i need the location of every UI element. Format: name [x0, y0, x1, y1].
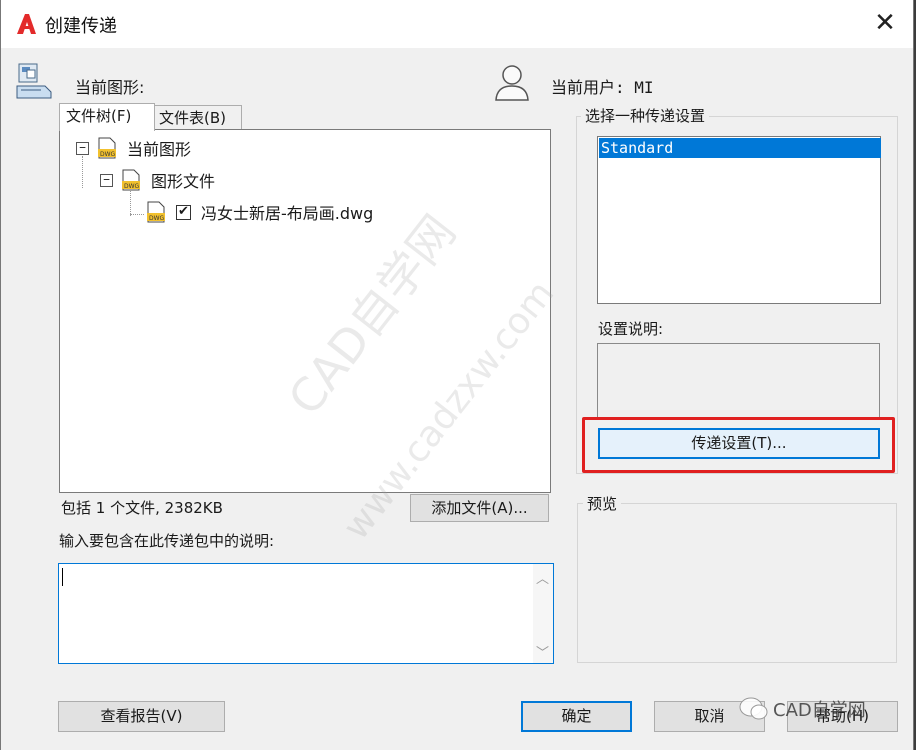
dwg-icon-text: DWG [149, 215, 165, 222]
tree-node-label: 图形文件 [151, 172, 216, 191]
notes-scrollbar[interactable]: ︿ ﹀ [533, 564, 553, 663]
ok-button[interactable]: 确定 [521, 701, 632, 732]
tree-node-label: 冯女士新居-布局画.dwg [201, 204, 374, 223]
title-bar: 创建传递 ✕ [1, 0, 913, 48]
list-item-standard[interactable]: Standard [599, 138, 881, 158]
preview-label: 预览 [583, 493, 622, 514]
create-transmittal-dialog: 创建传递 ✕ 当前图形: 当前用户: MI 文件树(F) 文件表(B) − DW… [0, 0, 914, 750]
notes-textarea[interactable]: ︿ ﹀ [58, 563, 554, 664]
autocad-logo-icon [17, 14, 36, 34]
tree-node-dwg-file[interactable]: DWG ✔ 冯女士新居-布局画.dwg [146, 200, 373, 224]
dwg-file-icon: DWG [121, 169, 141, 191]
dwg-file-icon: DWG [146, 201, 166, 223]
include-file-checkbox[interactable]: ✔ [176, 204, 191, 220]
tab-file-tree[interactable]: 文件树(F) [59, 103, 155, 131]
collapse-toggle[interactable]: − [76, 141, 89, 155]
setup-description-label: 设置说明: [598, 320, 664, 338]
transmittal-setups-list[interactable]: Standard [597, 136, 881, 304]
wechat-watermark-text: CAD自学网 [773, 700, 866, 721]
wechat-watermark: CAD自学网 [739, 696, 866, 722]
notes-label: 输入要包含在此传递包中的说明: [59, 532, 275, 550]
collapse-toggle[interactable]: − [100, 173, 113, 187]
preview-group [577, 503, 897, 663]
add-file-button[interactable]: 添加文件(A)... [410, 494, 549, 522]
wechat-icon [739, 697, 768, 720]
file-tree-view[interactable]: − DWG 当前图形 − DWG 图形文件 DWG ✔ 冯女士新居-布局画.dw… [59, 129, 551, 493]
transmittal-setups-button[interactable]: 传递设置(T)... [598, 428, 880, 459]
current-user-label: 当前用户: MI [551, 78, 654, 97]
current-drawing-label: 当前图形: [75, 78, 145, 97]
tree-node-drawing-files[interactable]: − DWG 图形文件 [100, 168, 215, 192]
file-summary: 包括 1 个文件, 2382KB [61, 499, 223, 517]
user-icon [495, 65, 529, 101]
view-report-button[interactable]: 查看报告(V) [58, 701, 225, 732]
tree-node-current-drawing[interactable]: − DWG 当前图形 [76, 136, 191, 160]
window-title: 创建传递 [45, 16, 117, 37]
tree-node-label: 当前图形 [127, 140, 192, 159]
dwg-icon-text: DWG [100, 151, 116, 158]
close-button[interactable]: ✕ [871, 10, 899, 38]
text-caret [62, 568, 63, 586]
transmittal-package-icon [16, 63, 52, 99]
dwg-icon-text: DWG [124, 183, 140, 190]
scroll-up-icon[interactable]: ︿ [536, 568, 549, 587]
dwg-file-icon: DWG [97, 137, 117, 159]
tab-file-table[interactable]: 文件表(B) [152, 105, 242, 130]
setup-description-box [597, 343, 880, 418]
transmittal-group-label: 选择一种传递设置 [581, 105, 710, 126]
scroll-down-icon[interactable]: ﹀ [536, 642, 549, 661]
